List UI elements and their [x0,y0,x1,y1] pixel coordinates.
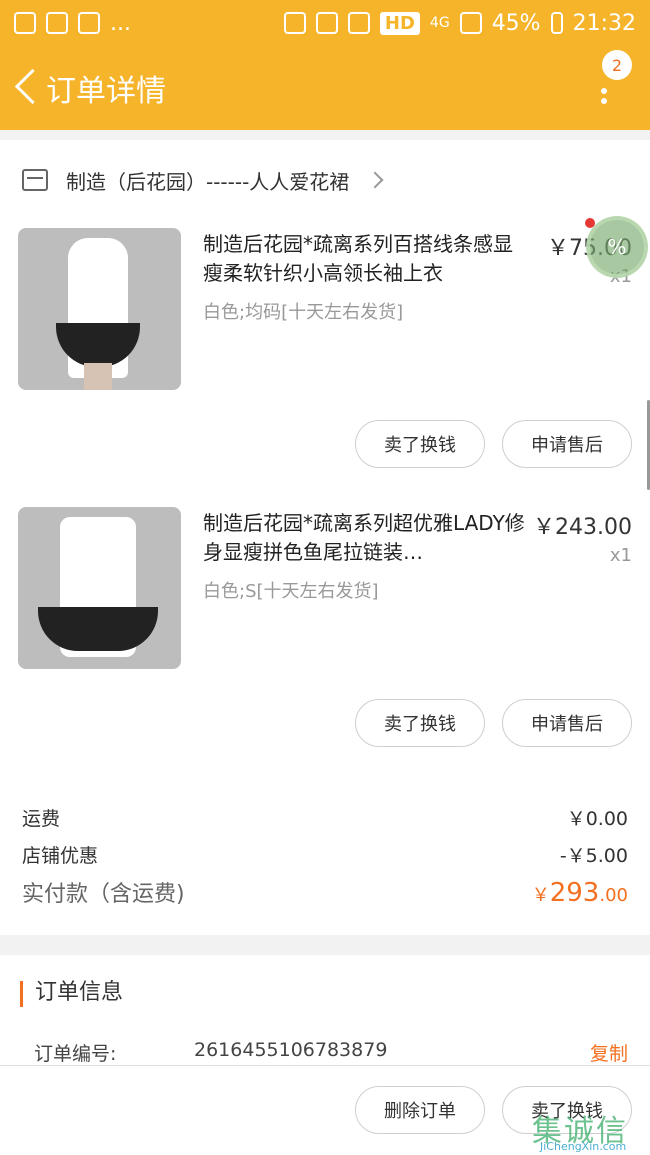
order-number-row: 订单编号: 2616455106783879 复制 [34,1039,628,1066]
total-row: 实付款（含运费) ￥293.00 [22,876,628,908]
hd-badge: HD [379,11,420,35]
order-card: 制造（后花园）------人人爱花裙 制造后花园*疏离系列百搭线条感显瘦柔软针织… [0,140,650,935]
shop-name: 制造（后花园）------人人爱花裙 [66,169,350,194]
mute-icon [347,12,370,34]
total-currency: ￥ [531,885,550,906]
total-label: 实付款（含运费) [22,882,185,907]
page-title: 订单详情 [46,74,166,109]
product-image[interactable] [18,507,181,669]
notification-dot [585,218,595,228]
back-button[interactable] [8,46,48,130]
dress-hem [38,607,158,651]
chevron-right-icon [366,171,384,189]
copy-button[interactable]: 复制 [590,1039,628,1066]
product-attributes: 白色;均码[十天左右发货] [203,302,404,323]
signal-icon [459,12,482,34]
total-decimal: .00 [599,885,628,906]
total-integer: 293 [549,878,600,908]
discount-row: 店铺优惠 -￥5.00 [22,841,628,868]
order-item[interactable]: 制造后花园*疏离系列超优雅LADY修身显瘦拼色鱼尾拉链装… 白色;S[十天左右发… [0,507,650,767]
battery-level: 45% [491,10,541,36]
legs-shape [84,363,112,390]
order-number-value: 2616455106783879 [194,1039,388,1061]
sell-button[interactable]: 卖了换钱 [355,699,485,747]
app-notification-icon [14,12,36,34]
floating-ball-button[interactable]: % [586,216,648,278]
product-name: 制造后花园*疏离系列超优雅LADY修身显瘦拼色鱼尾拉链装… [203,511,525,564]
product-image[interactable] [18,228,181,390]
clock: 21:32 [572,10,636,36]
after-sale-button[interactable]: 申请售后 [502,699,632,747]
shipping-row: 运费 ￥0.00 [22,804,628,831]
order-info-card: 订单信息 订单编号: 2616455106783879 复制 [0,955,650,1065]
more-dot [601,98,607,104]
network-type: 4G [429,15,450,31]
shop-row[interactable]: 制造（后花园）------人人爱花裙 [0,158,650,202]
order-number-label: 订单编号: [34,1043,117,1065]
status-bar: ... HD 4G 45% 21:32 [0,0,650,46]
notification-badge: 2 [602,50,632,80]
wechat-notification-icon [78,12,100,34]
total-value: ￥293.00 [532,878,628,908]
delete-order-button[interactable]: 删除订单 [355,1086,485,1134]
discount-value: -￥5.00 [559,845,628,867]
battery-icon [550,12,563,34]
gallery-notification-icon [46,12,68,34]
product-attributes: 白色;S[十天左右发货] [203,581,379,602]
more-vertical-icon [601,88,607,94]
order-info-title: 订单信息 [20,981,123,1007]
order-item[interactable]: 制造后花园*疏离系列百搭线条感显瘦柔软针织小高领长袖上衣 白色;均码[十天左右发… [0,228,650,488]
shipping-label: 运费 [22,808,61,830]
watermark: 集诚信 JiChengXin.com [532,1100,648,1153]
recycle-icon [283,12,306,34]
discount-label: 店铺优惠 [22,845,99,867]
more-notifications: ... [110,10,131,36]
header: 订单详情 2 [0,46,650,130]
product-quantity: x1 [609,545,632,566]
shop-icon [22,169,48,191]
watermark-url: JiChengXin.com [540,1140,627,1153]
product-name: 制造后花园*疏离系列百搭线条感显瘦柔软针织小高领长袖上衣 [203,232,513,285]
after-sale-button[interactable]: 申请售后 [502,420,632,468]
shipping-value: ￥0.00 [566,808,628,830]
nfc-icon [315,12,338,34]
sell-button[interactable]: 卖了换钱 [355,420,485,468]
product-price: ￥243.00 [533,515,632,540]
